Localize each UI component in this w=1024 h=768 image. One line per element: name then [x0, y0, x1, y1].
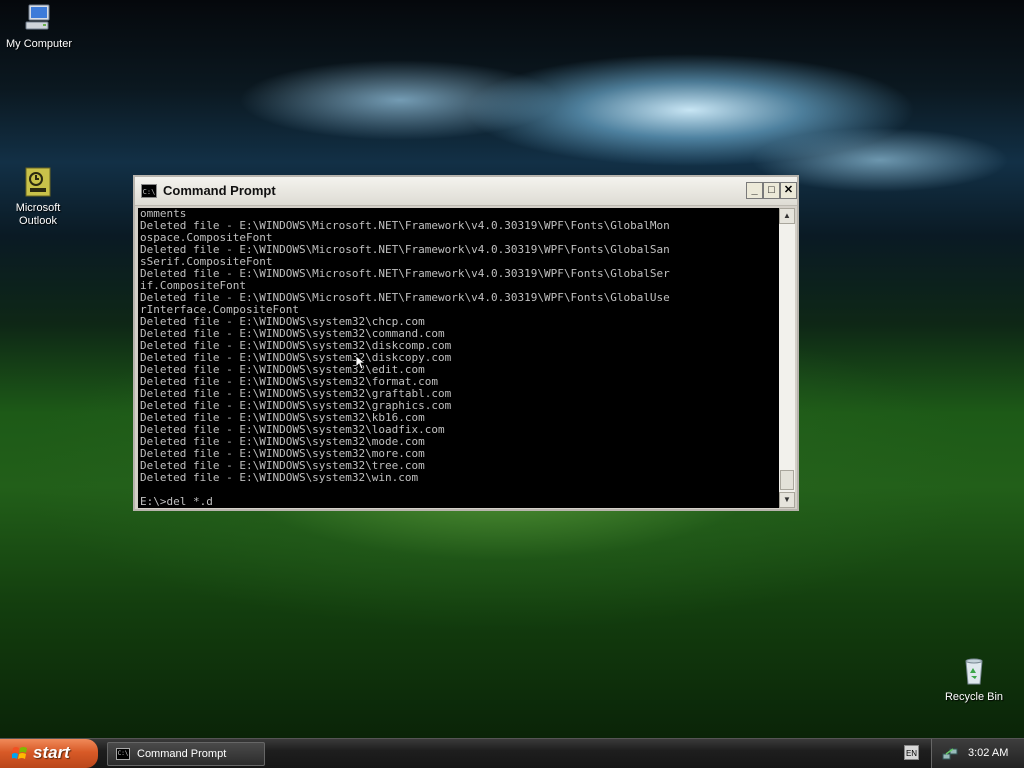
console-line: E:\>del *.d [140, 495, 213, 508]
close-button[interactable]: ✕ [780, 182, 797, 199]
console-icon[interactable]: C:\ [141, 184, 157, 198]
taskbar-item-label: Command Prompt [137, 748, 227, 760]
window-title: Command Prompt [163, 183, 276, 198]
taskbar-item-command-prompt[interactable]: C:\ Command Prompt [107, 742, 265, 766]
minimize-button[interactable]: _ [746, 182, 763, 199]
console-line: Deleted file - E:\WINDOWS\system32\win.c… [140, 471, 419, 484]
scroll-thumb[interactable] [780, 470, 794, 490]
clock[interactable]: 3:02 AM [968, 747, 1008, 759]
scroll-down-button[interactable]: ▼ [779, 492, 795, 508]
taskbar: start C:\ Command Prompt EN 3:02 AM [0, 738, 1024, 768]
console-output[interactable]: omments Deleted file - E:\WINDOWS\Micros… [138, 208, 779, 508]
computer-icon [23, 2, 55, 34]
network-icon[interactable] [942, 746, 958, 762]
start-button[interactable]: start [0, 739, 98, 768]
console-icon: C:\ [116, 748, 130, 760]
outlook-icon [22, 166, 54, 198]
window-titlebar[interactable]: C:\ Command Prompt _ □ ✕ [135, 177, 797, 206]
recycle-bin-icon [958, 655, 990, 687]
my-computer-label: My Computer [5, 38, 73, 50]
mouse-cursor-icon [356, 356, 366, 370]
desktop: My Computer Microsoft Outlook Recycle Bi… [0, 0, 1024, 738]
outlook-shortcut[interactable]: Microsoft Outlook [0, 166, 76, 228]
command-prompt-window[interactable]: C:\ Command Prompt _ □ ✕ omments Deleted… [133, 175, 799, 511]
recycle-bin-shortcut[interactable]: Recycle Bin [936, 655, 1012, 704]
console-text: omments Deleted file - E:\WINDOWS\Micros… [138, 208, 779, 508]
scroll-up-button[interactable]: ▲ [779, 208, 795, 224]
windows-logo-icon [12, 747, 27, 759]
recycle-bin-label: Recycle Bin [944, 691, 1004, 703]
outlook-label-line1: Microsoft [15, 202, 61, 214]
vertical-scrollbar[interactable]: ▲ ▼ [779, 208, 795, 508]
my-computer-shortcut[interactable]: My Computer [1, 2, 77, 51]
system-tray: 3:02 AM [931, 739, 1024, 768]
start-label: start [33, 743, 70, 762]
language-indicator[interactable]: EN [904, 745, 919, 760]
outlook-label-line2: Outlook [19, 215, 57, 227]
maximize-button[interactable]: □ [763, 182, 780, 199]
